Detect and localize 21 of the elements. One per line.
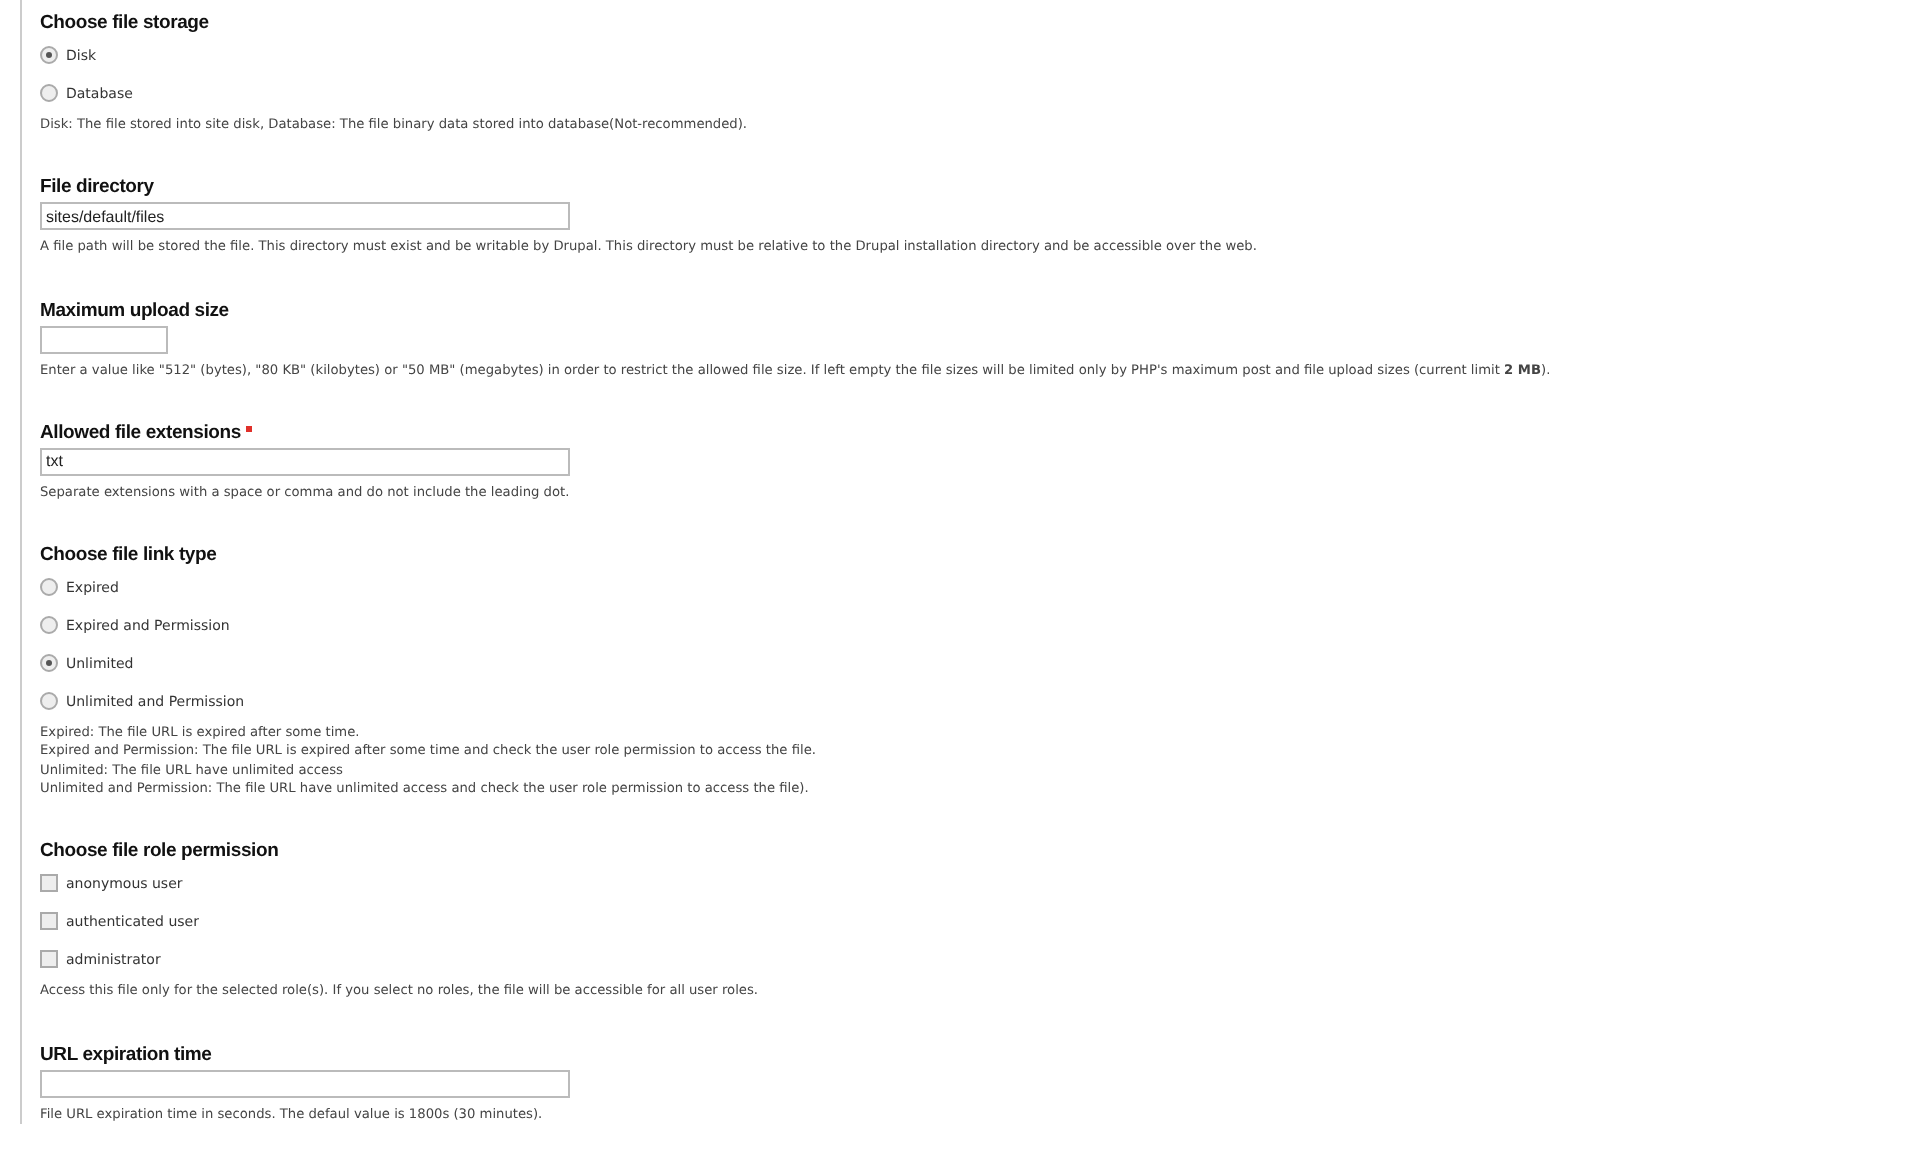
field-label: Allowed file extensions (40, 421, 241, 444)
checkbox[interactable] (40, 874, 58, 893)
checkbox[interactable] (40, 912, 58, 931)
checkbox[interactable] (40, 950, 58, 969)
text-field[interactable]: sites/default/files (40, 202, 570, 231)
field-label: Maximum upload size (40, 299, 229, 322)
field-label: File directory (40, 176, 154, 199)
radio-button[interactable] (40, 46, 58, 64)
field-label: Choose file role permission (40, 840, 279, 863)
radio-button[interactable] (40, 692, 58, 711)
radio-button[interactable] (40, 616, 58, 635)
radio-button[interactable] (40, 654, 58, 673)
radio-button[interactable] (40, 578, 58, 597)
radio-button[interactable] (40, 84, 58, 102)
text-field[interactable]: txt (40, 447, 570, 476)
field-label: Choose file storage (40, 12, 209, 34)
text-field[interactable] (40, 325, 168, 354)
text-field[interactable] (40, 1069, 570, 1098)
required-icon (246, 425, 253, 432)
field-label: Choose file link type (40, 544, 217, 567)
field-label: URL expiration time (40, 1043, 212, 1066)
